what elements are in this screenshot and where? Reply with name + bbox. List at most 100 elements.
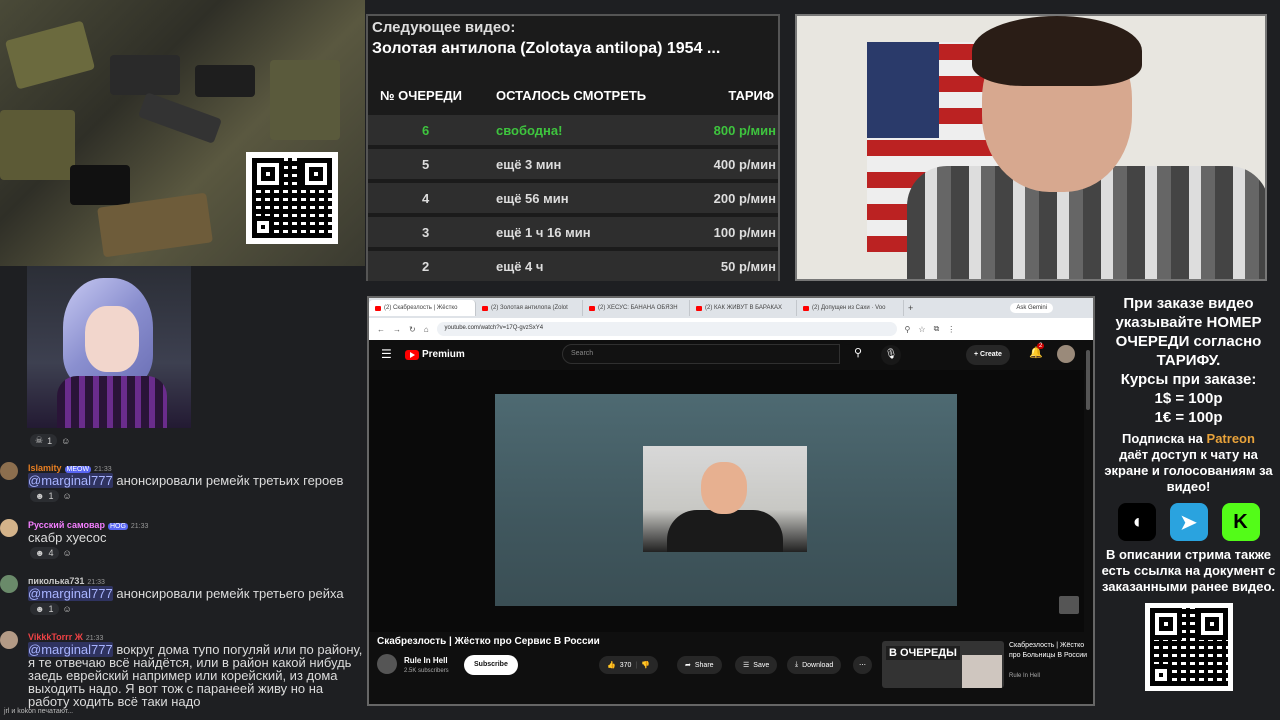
qr-code [246,152,338,244]
queue-row: 5 ещё 3 мин 400 р/мин [368,149,778,179]
avatar[interactable] [0,519,18,537]
channel-avatar[interactable] [377,654,397,674]
add-reaction-icon[interactable]: ☺ [63,491,72,501]
subscription-info: Подписка на Patreon даёт доступ к чату н… [1104,431,1273,494]
patreon-icon[interactable]: ◖ [1117,503,1156,541]
order-instruction: При заказе видео указывайте НОМЕР ОЧЕРЕД… [1115,295,1262,369]
search-input[interactable]: Search [562,344,840,364]
recommended-thumbnail[interactable]: В ОЧЕРЕДЫ [882,641,1004,688]
new-tab-icon[interactable]: + [908,303,913,313]
search-icon[interactable]: ⚲ [844,346,872,366]
back-icon[interactable]: ← [377,325,385,334]
reaction-chip[interactable]: ☻ 4 [30,547,59,559]
exchange-rates: Курсы при заказе: 1$ = 100р 1€ = 100р [1120,371,1257,426]
video-title: Скабрезлость | Жёстко про Сервис В Росси… [377,636,600,647]
qr-code [1144,603,1233,691]
reaction-chip[interactable]: ☠ 1 [30,434,58,447]
create-button[interactable]: + Create [966,345,1010,365]
reaction-bar: ☻ 1 ☺ [30,603,72,615]
address-bar: ← → ↻ ⌂ youtube.com/watch?v=17Q-gvzSxY4 … [369,318,1093,340]
save-icon: ☰ [743,662,750,669]
share-button[interactable]: ➦ Share [677,656,722,674]
browser-tab-bar: (2) Скабрезлость | Жёстко (2) Золотая ан… [369,298,1093,318]
add-reaction-icon[interactable]: ☺ [63,604,72,614]
reaction-chip[interactable]: ☻ 1 [30,490,59,502]
save-button[interactable]: ☰ Save [735,656,778,674]
like-button[interactable]: 👍 370 | 👎 [599,656,658,674]
browser-tab[interactable]: (2) Скабрезлость | Жёстко [369,300,476,316]
reaction-bar: ☻ 1 ☺ [30,490,72,502]
queue-panel: Следующее видео: Золотая антилопа (Zolot… [366,14,780,281]
avatar[interactable] [0,575,18,593]
queue-row: 3 ещё 1 ч 16 мин 100 р/мин [368,217,778,247]
youtube-logo[interactable]: Premium [405,349,465,360]
avatar[interactable] [0,631,18,649]
reaction-bar: ☻ 4 ☺ [30,547,72,559]
queue-row: 2 ещё 4 ч 50 р/мин [368,251,778,281]
patreon-link[interactable]: Patreon [1207,431,1255,446]
bookmark-icon[interactable]: ☆ [918,325,925,334]
youtube-header: ☰ Premium Search ⚲ 🎙 + Create 🔔 2 [369,340,1093,370]
zoom-icon[interactable]: ⚲ [905,325,911,334]
menu-icon[interactable]: ⋮ [947,325,955,334]
chat-image-attachment[interactable] [27,266,191,428]
youtube-icon [696,305,702,311]
add-reaction-icon[interactable]: ☺ [61,436,70,446]
add-reaction-icon[interactable]: ☺ [63,548,72,558]
queue-row: 6 свободна! 800 р/мин [368,115,778,145]
typing-indicator: jrl и kokon печатают... [4,708,74,715]
message-text: скабр хуесос [28,530,107,545]
social-icons: ◖ ➤ K [1097,503,1280,541]
channel-name[interactable]: Rule In Hell [404,656,448,665]
next-video-title: Золотая антилопа (Zolotaya antilopa) 195… [372,40,721,57]
url-input[interactable]: youtube.com/watch?v=17Q-gvzSxY4 [436,322,897,336]
youtube-icon [589,305,595,311]
reload-icon[interactable]: ↻ [409,325,416,334]
mini-thumbnail[interactable] [1059,596,1079,614]
message-text: @marginal777 анонсировали ремейк третьег… [28,586,344,601]
skull-icon: ☠ [35,435,44,445]
thumbs-down-icon: 👎 [641,662,650,669]
recommended-channel: Rule In Hell [1009,673,1041,679]
home-icon[interactable]: ⌂ [424,325,429,334]
message-author[interactable]: Русский самовар HOG 21:33 [28,520,148,530]
extensions-icon[interactable]: ⧉ [934,324,940,334]
youtube-icon [375,305,381,311]
video-player[interactable] [495,394,957,606]
telegram-icon[interactable]: ➤ [1169,503,1208,541]
subscriber-count: 2.5K subscribers [404,668,449,674]
browser-tab[interactable]: (2) ХЕСУС: БАНАНА ОБЯЗН [583,300,690,316]
description-note: В описании стрима также есть ссылка на д… [1101,547,1276,594]
browser-window: (2) Скабрезлость | Жёстко (2) Золотая ан… [367,296,1095,706]
queue-header-num: № ОЧЕРЕДИ [380,88,462,103]
forward-icon[interactable]: → [393,325,401,334]
message-author[interactable]: Islamity MEOW 21:33 [28,463,112,473]
microphone-icon[interactable]: 🎙 [881,345,901,365]
browser-tab[interactable]: (2) Золотая антилопа (Zolot [476,300,583,316]
avatar[interactable] [1057,345,1075,363]
video-frame [643,446,807,552]
video-player-area [369,370,1084,632]
download-button[interactable]: ⤓ Download [787,656,842,674]
ask-gemini-button[interactable]: Ask Gemini [1010,303,1053,313]
notification-count: 2 [1037,343,1045,349]
emoji-icon: ☻ [35,491,45,501]
reaction-chip[interactable]: ☻ 1 [30,603,59,615]
thumbs-up-icon: 👍 [607,662,616,669]
more-actions-button[interactable]: ⋯ [853,656,872,674]
message-text: @marginal777 анонсировали ремейк третьих… [28,473,344,488]
subscribe-button[interactable]: Subscribe [464,655,518,675]
browser-tab[interactable]: (2) КАК ЖИВУТ В БАРАКАХ [690,300,797,316]
avatar[interactable] [0,462,18,480]
recommended-title[interactable]: Скабрезлость | Жёстко про Больницы В Рос… [1009,641,1089,661]
kick-icon[interactable]: K [1221,503,1260,541]
browser-tab[interactable]: (2) Допущен из Сахи · Voo [797,300,904,316]
message-author[interactable]: VikkkTorrr Ж 21:33 [28,632,103,642]
message-author[interactable]: пиколька731 21:33 [28,576,105,586]
scrollbar[interactable] [1086,350,1090,410]
youtube-icon [803,305,809,311]
queue-header-remaining: ОСТАЛОСЬ СМОТРЕТЬ [496,88,647,103]
hamburger-menu-icon[interactable]: ☰ [381,347,392,361]
more-icon: ⋯ [859,662,866,669]
queue-row: 4 ещё 56 мин 200 р/мин [368,183,778,213]
